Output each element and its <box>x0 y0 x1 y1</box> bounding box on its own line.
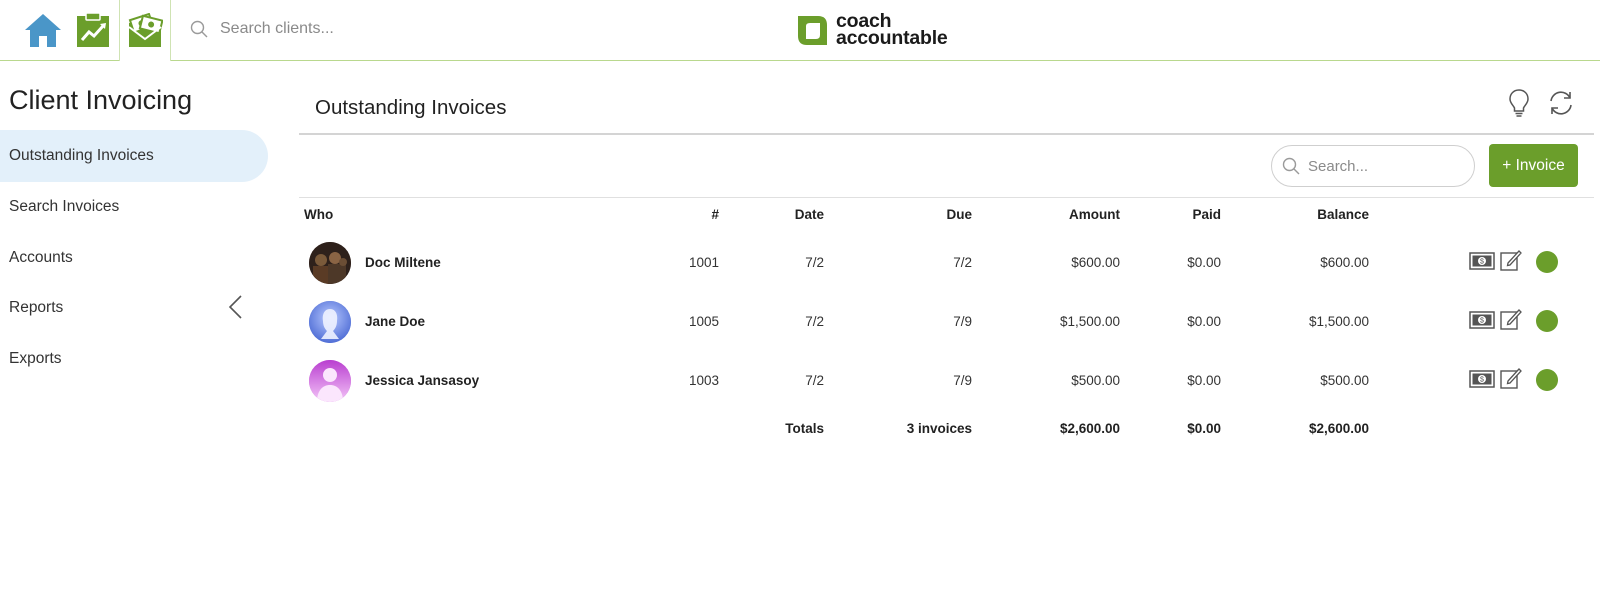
sidebar-item-label: Exports <box>9 350 62 367</box>
title-divider <box>299 133 1594 135</box>
search-icon <box>1282 157 1300 175</box>
status-indicator <box>1536 369 1558 391</box>
logo-text: coach accountable <box>836 11 948 49</box>
invoice-date: 7/2 <box>805 314 824 329</box>
client-name[interactable]: Doc Miltene <box>365 255 441 270</box>
invoice-number: 1005 <box>688 314 719 329</box>
refresh-icon <box>1550 91 1572 115</box>
header-date: Date <box>794 207 824 222</box>
totals-count: 3 invoices <box>906 421 972 436</box>
invoice-money-icon <box>128 12 163 47</box>
home-icon <box>25 14 61 47</box>
edit-icon <box>1500 309 1522 330</box>
invoice-date: 7/2 <box>805 255 824 270</box>
edit-invoice-button[interactable] <box>1498 307 1524 331</box>
header-number: # <box>711 207 719 222</box>
cash-icon: $ <box>1469 370 1495 388</box>
invoice-due: 7/9 <box>953 373 972 388</box>
cash-icon: $ <box>1469 311 1495 329</box>
invoice-balance: $1,500.00 <box>1308 314 1369 329</box>
logo-leaf-icon <box>798 15 827 45</box>
logo-line-2: accountable <box>836 27 948 49</box>
progress-clipboard-icon <box>77 12 109 47</box>
header-who: Who <box>304 207 334 222</box>
sidebar-item-outstanding-invoices[interactable]: Outstanding Invoices <box>0 130 268 182</box>
lightbulb-icon <box>1509 89 1529 117</box>
invoice-number: 1003 <box>688 373 719 388</box>
search-icon <box>190 20 208 38</box>
invoice-amount: $600.00 <box>1071 255 1120 270</box>
svg-text:$: $ <box>1480 318 1484 325</box>
invoice-search <box>1271 145 1475 187</box>
invoice-paid: $0.00 <box>1187 255 1221 270</box>
page-title: Outstanding Invoices <box>315 96 507 119</box>
tips-button[interactable] <box>1504 87 1534 119</box>
sidebar-item-label: Search Invoices <box>9 198 120 215</box>
header-paid: Paid <box>1192 207 1221 222</box>
invoice-balance: $500.00 <box>1320 373 1369 388</box>
edit-icon <box>1500 368 1522 389</box>
totals-label: Totals <box>785 421 824 436</box>
edit-invoice-button[interactable] <box>1498 248 1524 272</box>
sidebar: Client Invoicing Outstanding Invoices Se… <box>0 61 268 609</box>
totals-balance: $2,600.00 <box>1308 421 1369 436</box>
table-row[interactable]: Jessica Jansasoy 1003 7/2 7/9 $500.00 $0… <box>299 351 1594 409</box>
sidebar-item-label: Outstanding Invoices <box>9 147 154 164</box>
svg-text:$: $ <box>1480 377 1484 384</box>
svg-text:$: $ <box>1480 259 1484 266</box>
invoice-search-input[interactable] <box>1308 157 1458 175</box>
collapse-sidebar-button[interactable] <box>226 294 246 320</box>
invoice-paid: $0.00 <box>1187 373 1221 388</box>
avatar <box>309 301 351 343</box>
sidebar-item-accounts[interactable]: Accounts <box>0 232 268 284</box>
invoice-due: 7/9 <box>953 314 972 329</box>
table-row[interactable]: Doc Miltene 1001 7/2 7/2 $600.00 $0.00 $… <box>299 233 1594 291</box>
home-nav-button[interactable] <box>18 0 68 60</box>
client-name[interactable]: Jessica Jansasoy <box>365 373 479 388</box>
sidebar-item-search-invoices[interactable]: Search Invoices <box>0 181 268 233</box>
status-indicator <box>1536 310 1558 332</box>
avatar <box>309 242 351 284</box>
chevron-left-icon <box>228 295 242 319</box>
record-payment-button[interactable]: $ <box>1469 249 1495 273</box>
toolbar-divider <box>299 197 1594 198</box>
header-due: Due <box>946 207 972 222</box>
add-invoice-button[interactable]: + Invoice <box>1489 144 1578 187</box>
cash-icon: $ <box>1469 252 1495 270</box>
avatar <box>309 360 351 402</box>
invoice-amount: $500.00 <box>1071 373 1120 388</box>
sidebar-title: Client Invoicing <box>9 85 193 115</box>
invoice-paid: $0.00 <box>1187 314 1221 329</box>
header-actions <box>1504 87 1576 119</box>
client-name[interactable]: Jane Doe <box>365 314 425 329</box>
sidebar-item-label: Accounts <box>9 249 73 266</box>
sidebar-item-label: Reports <box>9 299 64 316</box>
edit-invoice-button[interactable] <box>1498 366 1524 390</box>
invoice-date: 7/2 <box>805 373 824 388</box>
totals-amount: $2,600.00 <box>1059 421 1120 436</box>
header-amount: Amount <box>1069 207 1120 222</box>
progress-nav-button[interactable] <box>68 0 118 60</box>
record-payment-button[interactable]: $ <box>1469 367 1495 391</box>
record-payment-button[interactable]: $ <box>1469 308 1495 332</box>
totals-paid: $0.00 <box>1187 421 1221 436</box>
status-indicator <box>1536 251 1558 273</box>
invoice-balance: $600.00 <box>1320 255 1369 270</box>
invoice-amount: $1,500.00 <box>1059 314 1120 329</box>
edit-icon <box>1500 250 1522 271</box>
client-search-input[interactable] <box>220 20 480 38</box>
invoicing-nav-button[interactable] <box>119 0 171 61</box>
refresh-button[interactable] <box>1546 87 1576 119</box>
top-bar: coach accountable <box>0 0 1600 61</box>
invoice-number: 1001 <box>688 255 719 270</box>
client-search <box>190 14 490 44</box>
table-row[interactable]: Jane Doe 1005 7/2 7/9 $1,500.00 $0.00 $1… <box>299 292 1594 350</box>
invoice-due: 7/2 <box>953 255 972 270</box>
coach-accountable-logo[interactable]: coach accountable <box>796 11 948 49</box>
main-panel: Outstanding Invoices + Invoice <box>299 61 1594 609</box>
header-balance: Balance <box>1317 207 1369 222</box>
sidebar-item-exports[interactable]: Exports <box>0 333 268 385</box>
